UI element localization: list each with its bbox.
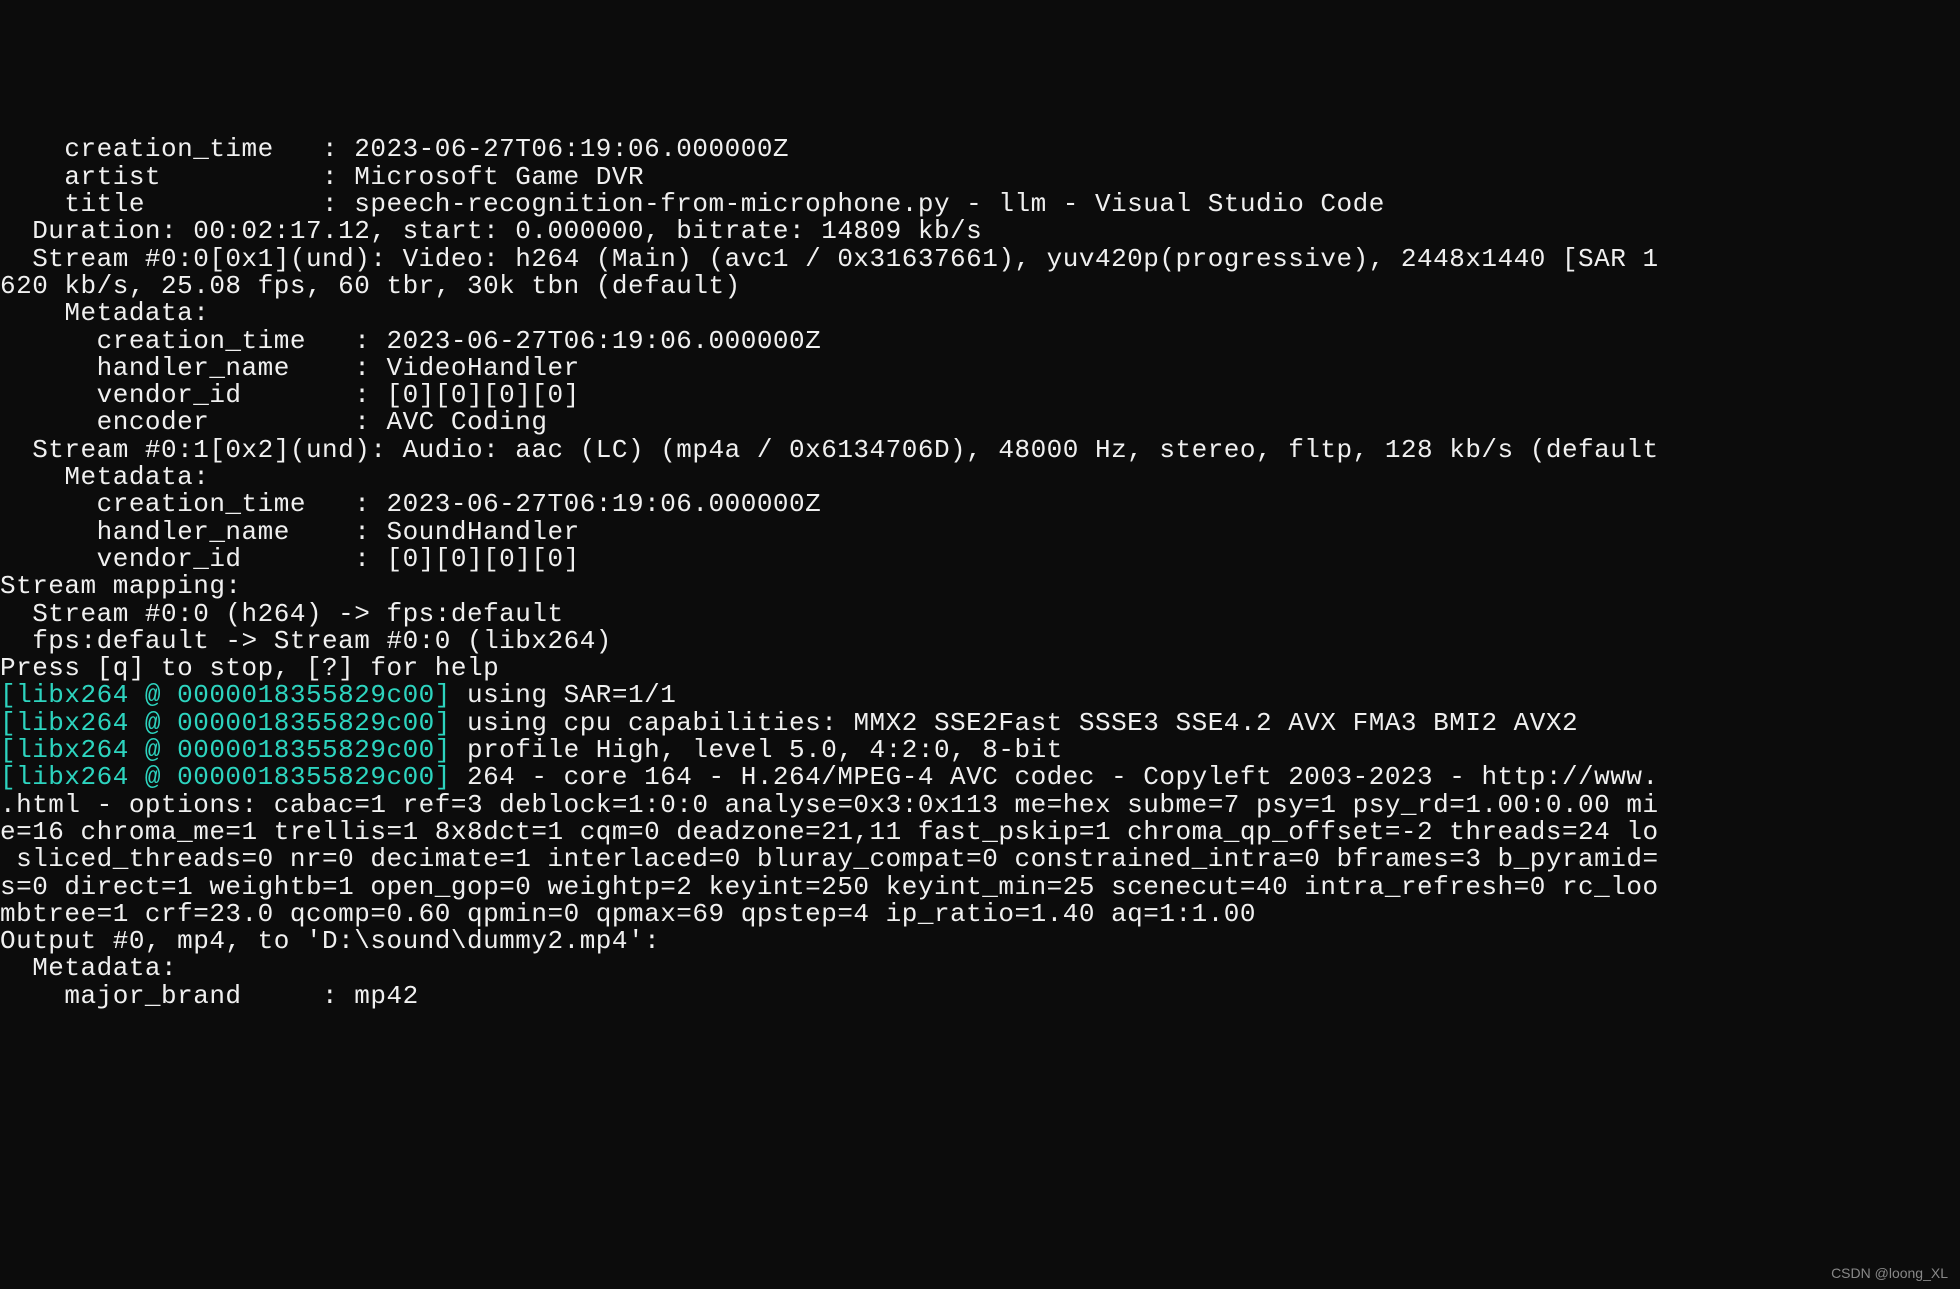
terminal-output[interactable]: creation_time : 2023-06-27T06:19:06.0000… [0, 109, 1960, 1010]
output-line: Stream #0:1[0x2](und): Audio: aac (LC) (… [0, 435, 1659, 465]
libx264-prefix: [libx264 @ 0000018355829c00] [0, 735, 451, 765]
libx264-prefix: [libx264 @ 0000018355829c00] [0, 708, 451, 738]
output-line: handler_name : SoundHandler [0, 517, 580, 547]
output-line: 620 kb/s, 25.08 fps, 60 tbr, 30k tbn (de… [0, 271, 741, 301]
output-line: creation_time : 2023-06-27T06:19:06.0000… [0, 134, 789, 164]
output-line: artist : Microsoft Game DVR [0, 162, 644, 192]
output-line: Stream #0:0[0x1](und): Video: h264 (Main… [0, 244, 1659, 274]
output-line: Stream mapping: [0, 571, 242, 601]
output-line: Stream #0:0 (h264) -> fps:default [0, 599, 564, 629]
libx264-prefix: [libx264 @ 0000018355829c00] [0, 680, 451, 710]
libx264-msg: profile High, level 5.0, 4:2:0, 8-bit [451, 735, 1063, 765]
output-line: creation_time : 2023-06-27T06:19:06.0000… [0, 489, 821, 519]
output-line: handler_name : VideoHandler [0, 353, 580, 383]
output-line: sliced_threads=0 nr=0 decimate=1 interla… [0, 844, 1659, 874]
output-line: major_brand : mp42 [0, 981, 419, 1011]
output-line: s=0 direct=1 weightb=1 open_gop=0 weight… [0, 872, 1659, 902]
output-line: Press [q] to stop, [?] for help [0, 653, 499, 683]
output-line: fps:default -> Stream #0:0 (libx264) [0, 626, 612, 656]
output-line: vendor_id : [0][0][0][0] [0, 544, 580, 574]
libx264-msg: 264 - core 164 - H.264/MPEG-4 AVC codec … [451, 762, 1659, 792]
watermark-text: CSDN @loong_XL [1831, 1266, 1948, 1281]
libx264-msg: using SAR=1/1 [451, 680, 676, 710]
libx264-msg: using cpu capabilities: MMX2 SSE2Fast SS… [451, 708, 1578, 738]
output-line: Metadata: [0, 462, 209, 492]
output-line: vendor_id : [0][0][0][0] [0, 380, 580, 410]
output-line: creation_time : 2023-06-27T06:19:06.0000… [0, 326, 821, 356]
output-line: Metadata: [0, 298, 209, 328]
output-line: Output #0, mp4, to 'D:\sound\dummy2.mp4'… [0, 926, 660, 956]
output-line: .html - options: cabac=1 ref=3 deblock=1… [0, 790, 1659, 820]
output-line: Duration: 00:02:17.12, start: 0.000000, … [0, 216, 982, 246]
output-line: e=16 chroma_me=1 trellis=1 8x8dct=1 cqm=… [0, 817, 1659, 847]
output-line: Metadata: [0, 953, 177, 983]
libx264-prefix: [libx264 @ 0000018355829c00] [0, 762, 451, 792]
output-line: title : speech-recognition-from-micropho… [0, 189, 1385, 219]
output-line: encoder : AVC Coding [0, 407, 548, 437]
output-line: mbtree=1 crf=23.0 qcomp=0.60 qpmin=0 qpm… [0, 899, 1256, 929]
